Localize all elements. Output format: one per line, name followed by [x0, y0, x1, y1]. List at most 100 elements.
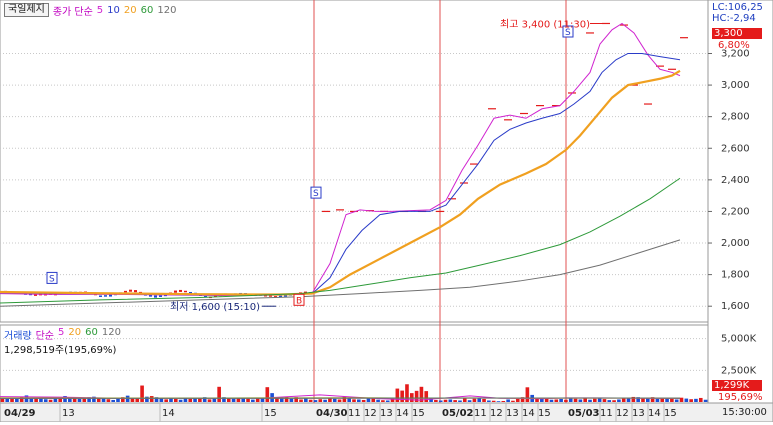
volume-bar — [574, 399, 578, 402]
hc-value: HC:-2,94 — [712, 13, 763, 24]
volume-bar — [516, 399, 520, 402]
volume-bar — [453, 400, 457, 402]
chart-canvas: 1,6001,8002,0002,2002,4002,6002,8003,000… — [0, 0, 773, 422]
volume-bar — [328, 398, 332, 402]
volume-bar — [386, 400, 390, 402]
volume-bar — [217, 387, 221, 402]
volume-bar — [487, 400, 491, 402]
volume-bar — [656, 399, 660, 402]
x-tick-label: 04/30 — [316, 408, 348, 419]
volume-bar — [135, 398, 139, 402]
vol-ma20-legend: 20 — [68, 327, 81, 342]
x-tick-label: 15 — [412, 408, 425, 419]
volume-ma-label: 단순 — [36, 327, 54, 342]
volume-bar — [304, 398, 308, 402]
volume-bar — [704, 400, 708, 402]
volume-bar — [323, 400, 327, 402]
volume-bar — [424, 391, 428, 402]
volume-bar — [482, 399, 486, 402]
volume-bar — [29, 399, 33, 402]
price-legend: 국일제지 종가 단순 5 10 20 60 120 — [4, 3, 176, 17]
volume-bar — [102, 399, 106, 402]
volume-bar — [685, 399, 689, 402]
volume-bar — [357, 399, 361, 402]
volume-bar — [617, 399, 621, 402]
volume-bar — [449, 399, 453, 402]
x-tick-label: 11 — [348, 408, 361, 419]
volume-bar — [78, 399, 82, 402]
ma20-legend: 20 — [124, 5, 137, 16]
volume-bar — [554, 399, 558, 402]
volume-bar — [174, 399, 178, 402]
volume-bar — [463, 398, 467, 402]
volume-bar — [145, 397, 149, 402]
volume-bar — [299, 399, 303, 402]
volume-bar — [213, 399, 217, 402]
volume-bar — [58, 398, 62, 402]
ma120-legend: 120 — [157, 5, 176, 16]
x-tick-label: 05/02 — [442, 408, 474, 419]
sell-marker: S — [311, 187, 321, 199]
volume-bar — [506, 399, 510, 402]
price-tick-label: 2,800 — [721, 112, 750, 123]
ma-label: 종가 단순 — [53, 3, 93, 18]
volume-bar — [501, 401, 505, 402]
volume-current-pct: 195,69% — [718, 392, 763, 403]
x-tick-label: 15 — [664, 408, 677, 419]
sell-marker: S — [47, 272, 57, 284]
volume-bar — [150, 396, 154, 402]
x-tick-label: 12 — [364, 408, 377, 419]
price-tick-label: 3,000 — [721, 80, 750, 91]
volume-bar — [164, 399, 168, 402]
vol-ma60-legend: 60 — [85, 327, 98, 342]
x-tick-label: 14 — [522, 408, 535, 419]
volume-bar — [5, 398, 9, 402]
x-tick-label: 13 — [632, 408, 645, 419]
volume-bar — [612, 400, 616, 402]
volume-bar — [314, 400, 318, 402]
x-tick-label: 05/03 — [568, 408, 600, 419]
x-tick-label: 13 — [62, 408, 75, 419]
candle — [104, 295, 107, 297]
volume-bar — [111, 400, 115, 402]
x-tick-label: 13 — [380, 408, 393, 419]
buy-marker: B — [294, 294, 304, 306]
stock-chart: 1,6001,8002,0002,2002,4002,6002,8003,000… — [0, 0, 773, 422]
volume-bar — [376, 400, 380, 402]
volume-bar — [579, 399, 583, 402]
volume-bar — [116, 399, 120, 402]
volume-bar — [179, 400, 183, 402]
stock-name-button[interactable]: 국일제지 — [4, 3, 49, 17]
volume-bar — [473, 399, 477, 402]
volume-bar — [699, 398, 703, 402]
candle — [159, 295, 162, 297]
volume-legend: 거래량 단순 5 20 60 120 — [4, 327, 121, 342]
candle — [154, 295, 157, 297]
volume-bar — [526, 387, 530, 402]
lc-value: LC:106,25 — [712, 2, 763, 13]
high-annotation: 최고 3,400 (11:30) — [500, 18, 590, 30]
volume-bar — [396, 389, 400, 402]
candle — [124, 291, 127, 293]
volume-bar — [140, 386, 144, 402]
x-tick-label: 15 — [264, 408, 277, 419]
candle — [179, 290, 182, 292]
price-tick-label: 2,400 — [721, 175, 750, 186]
x-tick-label: 14 — [162, 408, 175, 419]
volume-bar — [49, 400, 53, 402]
volume-bar — [232, 399, 236, 402]
volume-bar — [492, 401, 496, 402]
volume-bar — [309, 400, 313, 402]
candle — [99, 295, 102, 297]
volume-bar — [550, 400, 554, 402]
candle — [129, 290, 132, 292]
volume-bar — [237, 398, 241, 402]
price-tick-label: 1,800 — [721, 270, 750, 281]
sell-marker-label: S — [313, 189, 319, 199]
volume-bar — [598, 398, 602, 402]
candle — [184, 291, 187, 293]
volume-bar — [458, 400, 462, 402]
volume-bar — [352, 399, 356, 402]
volume-bar — [371, 398, 375, 402]
volume-bar — [660, 398, 664, 402]
